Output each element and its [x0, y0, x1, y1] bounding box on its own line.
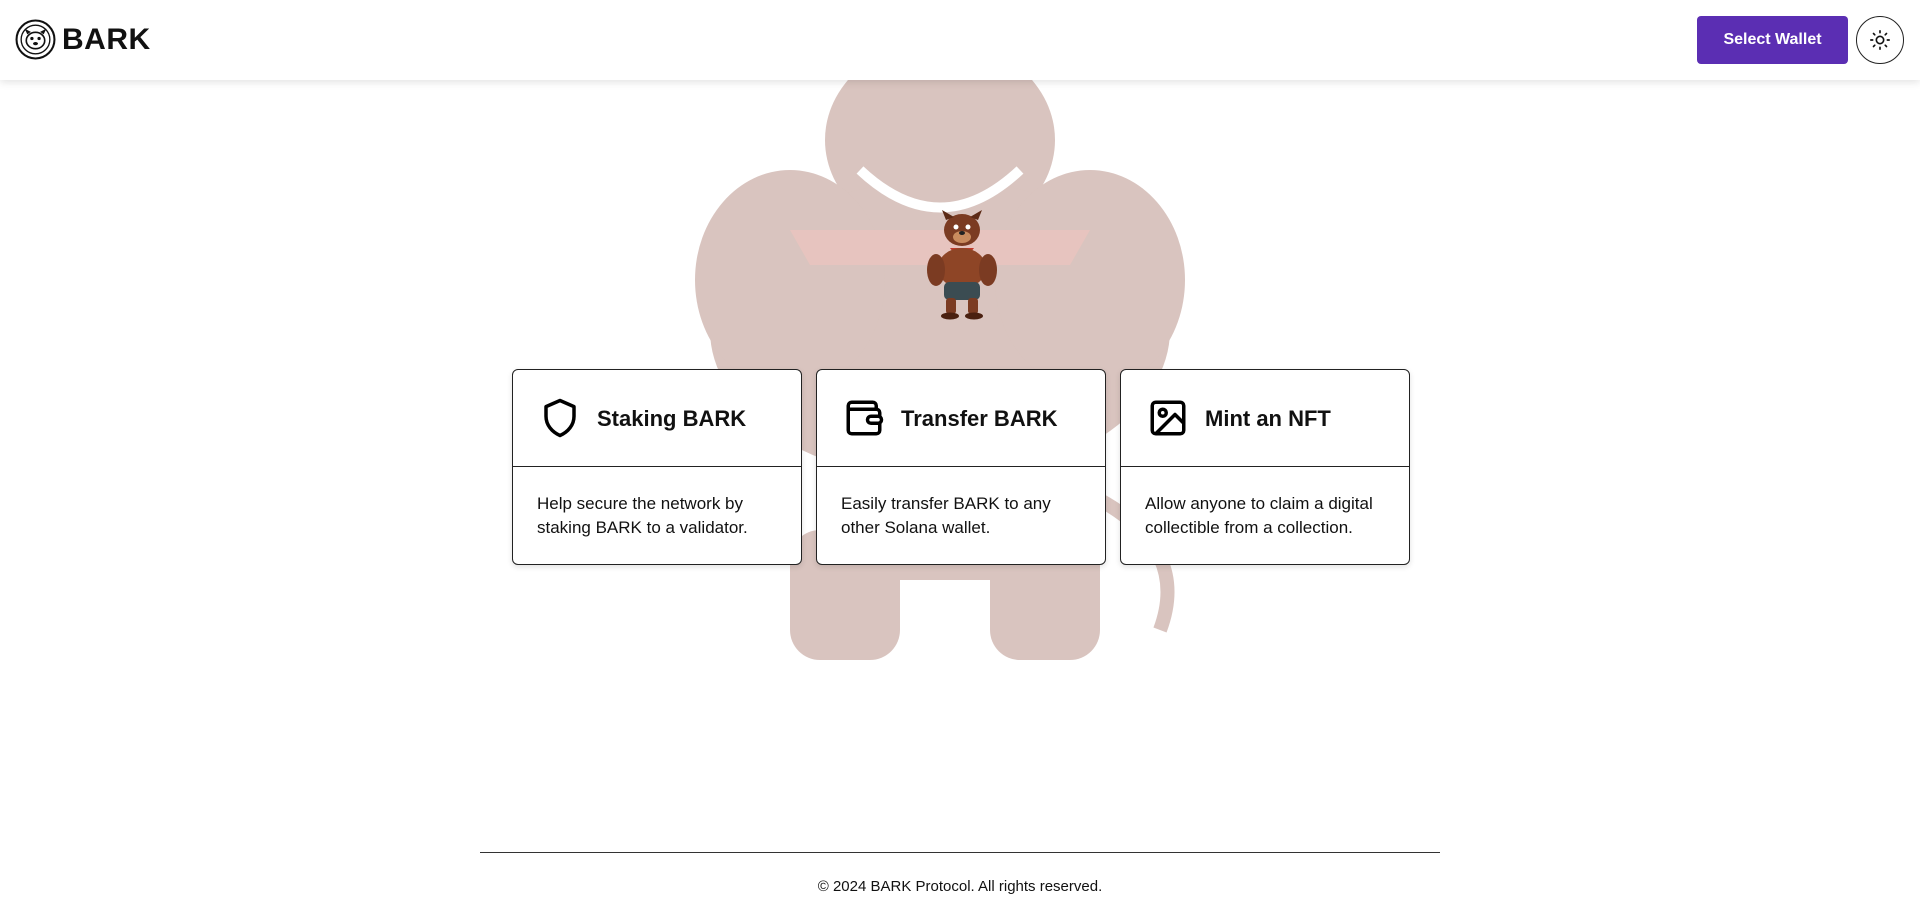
- card-header: Transfer BARK: [817, 370, 1105, 467]
- transfer-card[interactable]: Transfer BARK Easily transfer BARK to an…: [816, 369, 1106, 565]
- brand[interactable]: BARK: [15, 19, 151, 60]
- bark-mascot-image: [927, 210, 997, 320]
- bark-logo-icon: [15, 19, 56, 60]
- card-title: Transfer BARK: [901, 406, 1058, 431]
- card-title: Staking BARK: [597, 406, 747, 431]
- select-wallet-button[interactable]: Select Wallet: [1697, 16, 1848, 64]
- top-navbar: BARK Select Wallet: [0, 0, 1920, 80]
- theme-toggle-button[interactable]: [1856, 16, 1904, 64]
- shield-icon: [544, 398, 576, 438]
- card-header: Mint an NFT: [1121, 370, 1409, 467]
- wallet-icon: [846, 400, 884, 436]
- card-description: Easily transfer BARK to any other Solana…: [841, 494, 1051, 537]
- card-header: Staking BARK: [513, 370, 801, 467]
- feature-cards: Staking BARK Help secure the network by …: [512, 369, 1410, 565]
- mint-nft-card[interactable]: Mint an NFT Allow anyone to claim a digi…: [1120, 369, 1410, 565]
- footer-divider: [480, 852, 1440, 853]
- sun-icon: [1870, 30, 1890, 50]
- bark-mascot-background-image: [695, 40, 1185, 660]
- image-icon: [1150, 400, 1186, 436]
- card-description: Allow anyone to claim a digital collecti…: [1145, 494, 1373, 537]
- brand-name: BARK: [62, 22, 151, 56]
- card-description: Help secure the network by staking BARK …: [537, 494, 748, 537]
- card-title: Mint an NFT: [1205, 406, 1331, 431]
- staking-card[interactable]: Staking BARK Help secure the network by …: [512, 369, 802, 565]
- footer-copyright: © 2024 BARK Protocol. All rights reserve…: [817, 878, 1103, 895]
